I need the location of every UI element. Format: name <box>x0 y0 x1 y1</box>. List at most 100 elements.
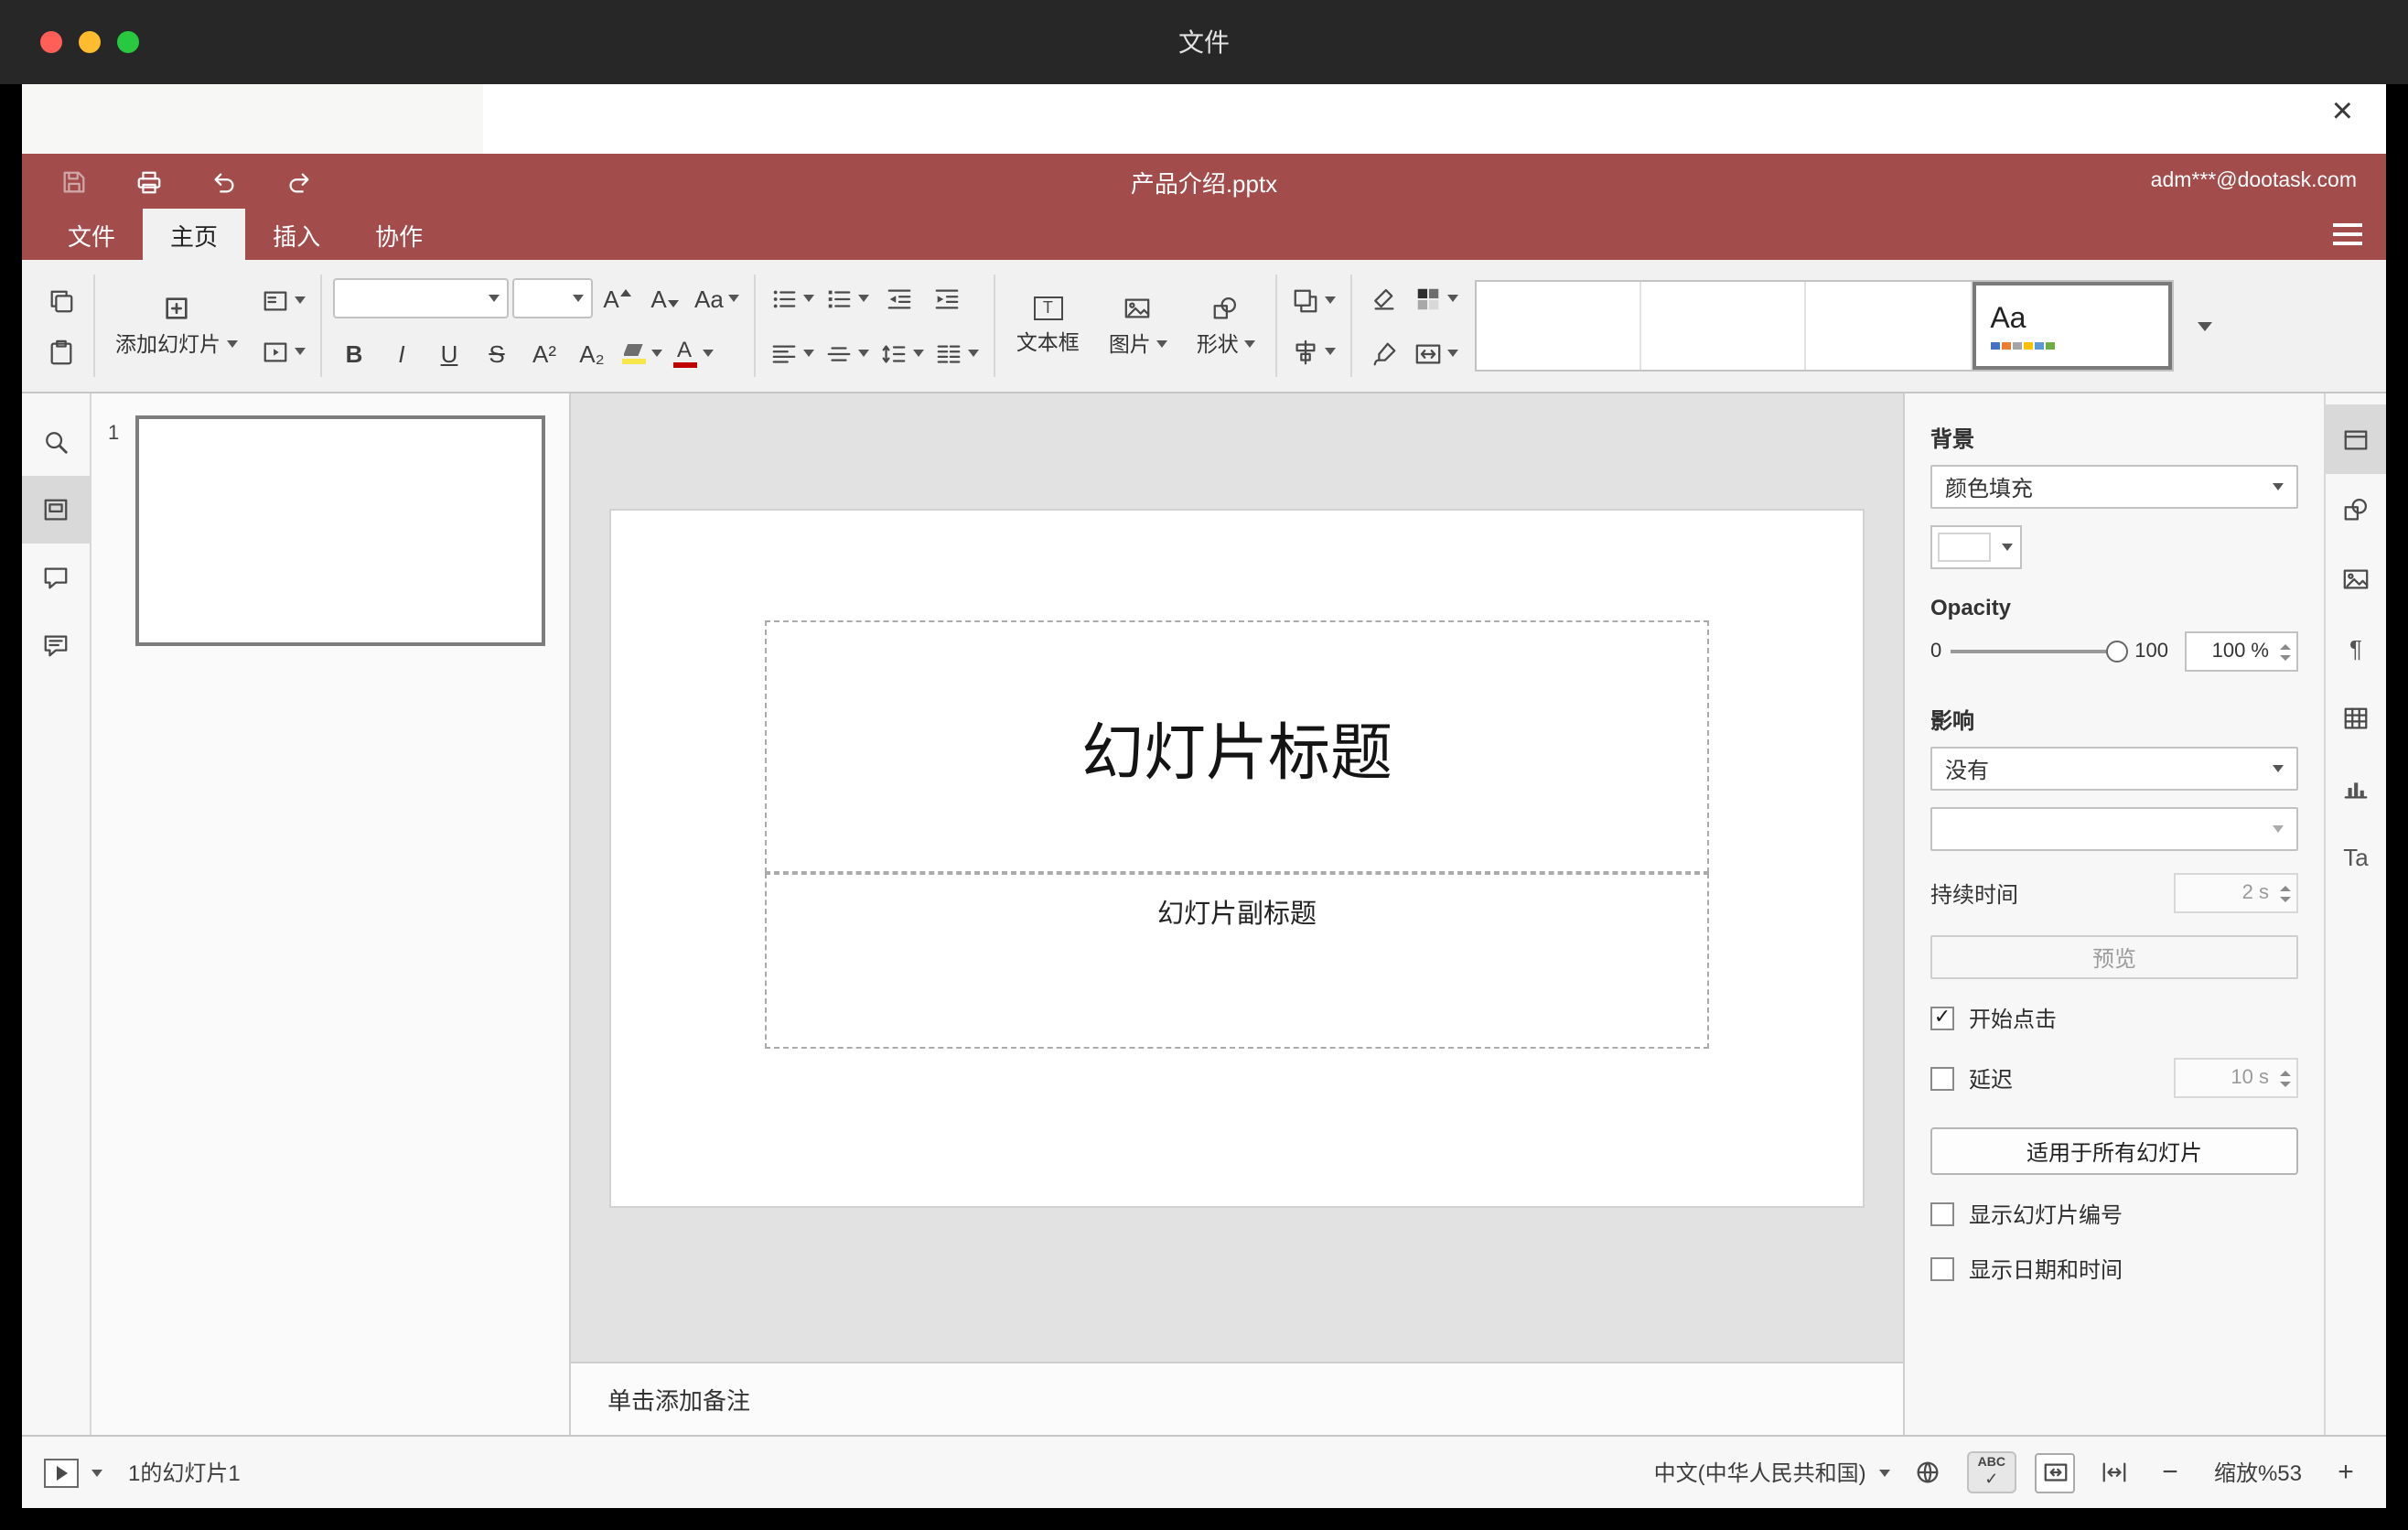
line-spacing-button[interactable] <box>877 331 929 375</box>
slide-layout-button[interactable] <box>257 278 308 322</box>
copy-button[interactable] <box>38 278 82 322</box>
start-on-click-checkbox[interactable]: ✓ <box>1930 1007 1954 1030</box>
insert-shape-button[interactable]: 形状 <box>1182 290 1270 361</box>
theme-tile[interactable] <box>1476 282 1642 370</box>
image-settings-button[interactable] <box>2326 544 2386 613</box>
feedback-button[interactable] <box>22 611 90 679</box>
strikeout-button[interactable]: S <box>475 331 519 375</box>
font-color-button[interactable]: A <box>669 331 716 375</box>
duration-spinner[interactable]: 2 s <box>2174 873 2298 913</box>
font-name-select[interactable] <box>332 278 508 318</box>
vertical-align-button[interactable] <box>822 331 874 375</box>
opacity-spinner[interactable]: 100 % <box>2185 631 2298 672</box>
zoom-out-button[interactable]: − <box>2152 1457 2188 1488</box>
tab-file[interactable]: 文件 <box>40 209 143 260</box>
fill-color-select[interactable] <box>1930 525 2022 569</box>
superscript-button[interactable]: A² <box>522 331 566 375</box>
chart-icon <box>2344 781 2368 798</box>
set-language-button[interactable] <box>1908 1452 1949 1492</box>
paste-button[interactable] <box>38 329 82 373</box>
spinner-arrows[interactable] <box>2273 1060 2296 1096</box>
title-placeholder[interactable]: 幻灯片标题 <box>765 620 1709 873</box>
clear-style-button[interactable] <box>1363 276 1407 320</box>
search-button[interactable] <box>22 408 90 476</box>
copy-style-button[interactable] <box>1363 331 1407 375</box>
change-case-button[interactable]: Aa <box>691 276 744 320</box>
notes-placeholder: 单击添加备注 <box>607 1387 751 1415</box>
italic-button[interactable]: I <box>380 331 424 375</box>
bullets-button[interactable] <box>768 276 819 320</box>
tab-home[interactable]: 主页 <box>143 209 246 260</box>
slide-thumbnail[interactable] <box>135 415 545 646</box>
zoom-window-button[interactable] <box>117 31 139 53</box>
effect-type-select[interactable] <box>1930 807 2298 851</box>
slide-settings-button[interactable] <box>2326 404 2386 474</box>
delay-checkbox[interactable] <box>1930 1066 1954 1090</box>
spinner-arrows[interactable] <box>2273 875 2296 911</box>
preview-button[interactable]: 预览 <box>1930 935 2298 979</box>
shape-settings-button[interactable] <box>2326 474 2386 544</box>
start-slideshow-button[interactable] <box>257 329 308 373</box>
close-window-button[interactable] <box>40 31 62 53</box>
print-button[interactable] <box>126 159 170 203</box>
fit-to-width-button[interactable] <box>2093 1452 2134 1492</box>
textart-settings-button[interactable]: Ta <box>2326 822 2386 891</box>
fit-to-slide-button[interactable] <box>2035 1452 2075 1492</box>
menu-icon[interactable] <box>2327 218 2368 251</box>
slide-size-button[interactable] <box>1411 331 1462 375</box>
increase-indent-button[interactable] <box>925 276 969 320</box>
columns-button[interactable] <box>932 331 984 375</box>
redo-button[interactable] <box>276 159 320 203</box>
subtitle-placeholder[interactable]: 幻灯片副标题 <box>765 873 1709 1049</box>
save-button[interactable] <box>51 159 95 203</box>
add-slide-button[interactable]: 添加幻灯片 <box>101 290 252 361</box>
minimize-window-button[interactable] <box>79 31 101 53</box>
zoom-in-button[interactable]: + <box>2327 1457 2364 1488</box>
slider-handle[interactable] <box>2105 641 2128 663</box>
effect-select[interactable]: 没有 <box>1930 747 2298 791</box>
slides-panel-button[interactable] <box>22 476 90 544</box>
decrease-font-button[interactable]: A <box>643 276 687 320</box>
opacity-slider[interactable] <box>1951 637 2128 666</box>
font-size-select[interactable] <box>511 278 592 318</box>
subscript-button[interactable]: A₂ <box>570 331 614 375</box>
more-themes-button[interactable] <box>2181 280 2229 372</box>
insert-textbox-button[interactable]: T 文本框 <box>1002 292 1094 360</box>
fill-type-select[interactable]: 颜色填充 <box>1930 465 2298 509</box>
tab-collaboration[interactable]: 协作 <box>348 209 450 260</box>
spellcheck-button[interactable]: ABC ✓ <box>1966 1451 2016 1493</box>
show-slide-number-checkbox[interactable] <box>1930 1202 1954 1226</box>
spinner-arrows[interactable] <box>2273 633 2296 670</box>
paragraph-settings-button[interactable]: ¶ <box>2326 613 2386 683</box>
insert-image-button[interactable]: 图片 <box>1094 290 1182 361</box>
close-icon[interactable]: × <box>2332 93 2353 130</box>
align-shape-button[interactable] <box>1288 329 1339 373</box>
theme-tile[interactable] <box>1806 282 1973 370</box>
theme-tile-selected[interactable]: Aa <box>1972 282 2172 370</box>
start-slideshow-status-button[interactable] <box>44 1458 102 1487</box>
arrange-shape-button[interactable] <box>1288 278 1339 322</box>
notes-area[interactable]: 单击添加备注 <box>571 1362 1903 1435</box>
theme-tile[interactable] <box>1641 282 1807 370</box>
undo-button[interactable] <box>201 159 245 203</box>
slide[interactable]: 幻灯片标题 幻灯片副标题 <box>611 511 1863 1206</box>
language-select[interactable]: 中文(中华人民共和国) <box>1654 1457 1890 1488</box>
highlight-color-button[interactable] <box>618 331 665 375</box>
apply-to-all-button[interactable]: 适用于所有幻灯片 <box>1930 1127 2298 1175</box>
bold-button[interactable]: B <box>332 331 376 375</box>
underline-button[interactable]: U <box>427 331 471 375</box>
comments-button[interactable] <box>22 544 90 611</box>
delay-spinner[interactable]: 10 s <box>2174 1058 2298 1098</box>
decrease-indent-button[interactable] <box>877 276 921 320</box>
table-settings-button[interactable] <box>2326 683 2386 752</box>
chart-settings-button[interactable] <box>2326 752 2386 822</box>
horizontal-align-button[interactable] <box>768 331 819 375</box>
tab-insert[interactable]: 插入 <box>245 209 348 260</box>
slide-number: 1 <box>108 423 120 445</box>
chevron-down-icon <box>702 350 713 357</box>
slide-canvas[interactable]: 幻灯片标题 幻灯片副标题 <box>571 393 1903 1362</box>
numbering-button[interactable] <box>822 276 874 320</box>
show-date-time-checkbox[interactable] <box>1930 1257 1954 1281</box>
color-scheme-button[interactable] <box>1411 276 1462 320</box>
increase-font-button[interactable]: A <box>596 276 640 320</box>
